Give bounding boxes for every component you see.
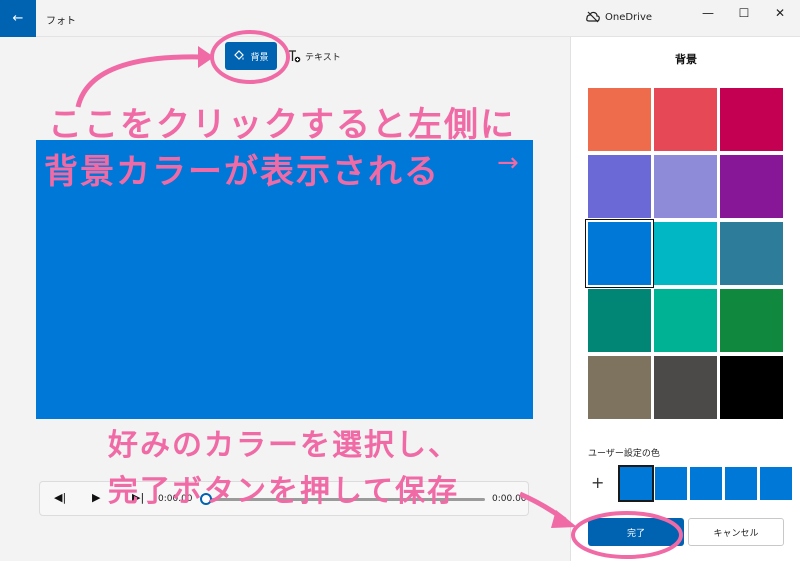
color-swatch[interactable] (588, 289, 651, 352)
close-icon: ✕ (774, 6, 786, 20)
color-swatch[interactable] (720, 88, 783, 151)
panel-title: 背景 (675, 53, 697, 66)
back-arrow-icon: ← (12, 11, 24, 26)
app-title: フォト (46, 16, 76, 27)
custom-color-swatch[interactable] (620, 467, 652, 500)
custom-color-swatch[interactable] (655, 467, 687, 500)
custom-color-swatch[interactable] (725, 467, 757, 500)
color-swatch[interactable] (588, 356, 651, 419)
done-button[interactable]: 完了 (588, 518, 684, 546)
custom-color-swatch[interactable] (760, 467, 792, 500)
end-time: 0:00.00 (492, 494, 527, 504)
cancel-button[interactable]: キャンセル (688, 518, 784, 546)
maximize-button[interactable]: ☐ (726, 0, 762, 26)
play-icon[interactable]: ▶ (92, 491, 100, 504)
color-swatch[interactable] (720, 289, 783, 352)
color-swatch[interactable] (588, 155, 651, 218)
add-custom-color-icon[interactable]: + (591, 473, 604, 492)
background-panel: 背景 ユーザー設定の色 + 完了 キャンセル (570, 37, 800, 561)
text-button-label: テキスト (305, 52, 341, 63)
annotation-line-3: 好みのカラーを選択し、 (108, 428, 460, 463)
custom-color-swatch[interactable] (690, 467, 722, 500)
color-swatch[interactable] (720, 222, 783, 285)
onedrive-status[interactable]: OneDrive (586, 11, 652, 23)
minimize-icon: — (702, 6, 714, 20)
previous-frame-icon[interactable]: ◀| (54, 491, 66, 504)
color-swatch[interactable] (586, 220, 653, 287)
maximize-icon: ☐ (738, 6, 750, 20)
annotation-line-1: ここをクリックすると左側に (48, 105, 516, 145)
back-button[interactable]: ← (0, 0, 36, 37)
close-button[interactable]: ✕ (762, 0, 798, 26)
minimize-button[interactable]: — (690, 0, 726, 26)
annotation-line-2: 背景カラーが表示される (44, 152, 440, 192)
text-button[interactable]: テキスト (287, 42, 341, 70)
background-button-label: 背景 (250, 52, 269, 63)
annotation-line-4: 完了ボタンを押して保存 (108, 474, 460, 509)
text-add-icon (289, 50, 301, 63)
background-button[interactable]: 背景 (225, 42, 277, 70)
curved-arrow-top-head (198, 46, 214, 68)
color-swatch[interactable] (654, 222, 717, 285)
color-swatch[interactable] (720, 155, 783, 218)
cloud-offline-icon (586, 11, 600, 23)
color-swatch[interactable] (654, 289, 717, 352)
color-swatch[interactable] (654, 356, 717, 419)
annotation-right-arrow: → (497, 148, 519, 178)
custom-color-label: ユーザー設定の色 (588, 449, 660, 459)
color-swatch[interactable] (588, 88, 651, 151)
color-swatch[interactable] (654, 88, 717, 151)
onedrive-label: OneDrive (605, 11, 653, 23)
color-swatch[interactable] (720, 356, 783, 419)
color-swatch[interactable] (654, 155, 717, 218)
title-bar: ← フォト OneDrive — ☐ ✕ (0, 0, 800, 37)
paint-bucket-icon (234, 50, 245, 60)
